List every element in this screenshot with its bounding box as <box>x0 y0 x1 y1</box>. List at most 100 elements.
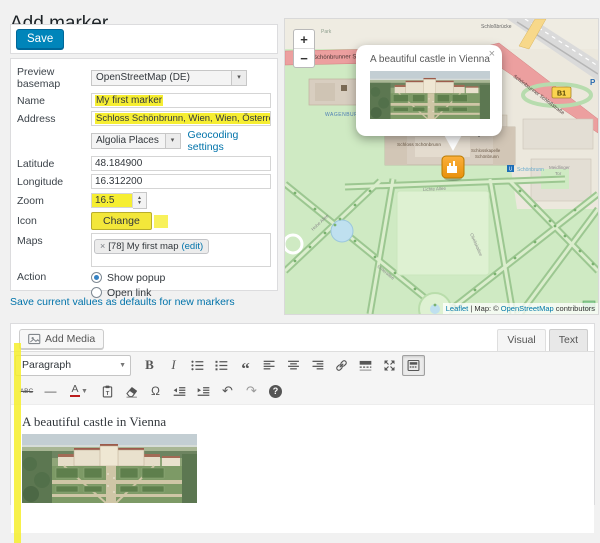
chapel-label-2: Schönbrunn <box>475 154 499 159</box>
map-marker-icon[interactable] <box>441 155 465 181</box>
add-media-button[interactable]: Add Media <box>19 329 105 349</box>
show-popup-radio[interactable] <box>91 272 102 283</box>
italic-button[interactable]: I <box>162 355 185 376</box>
align-right-button[interactable] <box>306 355 329 376</box>
longitude-label: Longitude <box>17 175 64 188</box>
svg-text:T: T <box>106 390 110 396</box>
maps-row: Maps × [78] My first map (edit) <box>17 233 271 267</box>
fullscreen-button[interactable] <box>378 355 401 376</box>
zoom-out-button[interactable]: − <box>294 49 314 67</box>
special-character-button[interactable]: Ω <box>144 381 167 402</box>
name-row: Name My first marker <box>17 93 271 108</box>
basemap-row: Preview basemap OpenStreetMap (DE) ▾ <box>17 66 271 90</box>
link-button[interactable] <box>330 355 353 376</box>
bridge-label: Schloßbrücke <box>481 24 512 30</box>
geocoder-row: Algolia Places ▾ Geocoding settings <box>17 129 271 153</box>
geocoder-select[interactable]: Algolia Places ▾ <box>91 133 181 149</box>
bold-button[interactable]: B <box>138 355 161 376</box>
marker-form: Preview basemap OpenStreetMap (DE) ▾ Nam… <box>10 58 278 299</box>
osm-link[interactable]: OpenStreetMap <box>501 304 554 313</box>
park-label: Park <box>321 29 332 35</box>
align-left-button[interactable] <box>258 355 281 376</box>
name-value: My first marker <box>95 95 164 106</box>
indent-button[interactable] <box>192 381 215 402</box>
chevron-down-icon: ▾ <box>164 134 180 148</box>
address-input[interactable]: Schloss Schönbrunn, Wien, Wien, Österrei… <box>91 111 271 126</box>
zoom-spinner[interactable]: ▲ ▼ <box>133 192 147 209</box>
save-toolbar: Save <box>10 24 278 54</box>
tor-label-2: Tor <box>555 171 562 176</box>
chevron-down-icon: ▼ <box>81 387 88 395</box>
editor-content[interactable]: A beautiful castle in Vienna <box>11 343 594 543</box>
parking-label: P <box>590 78 596 87</box>
name-input[interactable]: My first marker <box>91 93 271 108</box>
station-label: Schönbrunn <box>517 167 544 173</box>
map-attribution: Leaflet | Map: © OpenStreetMap contribut… <box>442 303 598 314</box>
bulleted-list-button[interactable] <box>186 355 209 376</box>
chapel-label-1: Schlosskapelle <box>471 148 501 153</box>
name-label: Name <box>17 94 46 107</box>
text-color-button[interactable]: A ▼ <box>63 381 95 402</box>
map-zoom-control: + − <box>293 29 315 68</box>
basemap-label: Preview basemap <box>17 66 61 90</box>
editor-toolbar-row2: ABC — A ▼ T Ω ↶ ↷ ? <box>11 378 594 405</box>
geocoder-value: Algolia Places <box>96 135 159 146</box>
zoom-in-button[interactable]: + <box>294 30 314 49</box>
change-icon-button[interactable]: Change <box>91 212 152 230</box>
remove-tag-icon[interactable]: × <box>100 241 105 251</box>
toolbar-toggle-button[interactable] <box>402 354 425 376</box>
map[interactable]: B1 Schönbrunner Schloßstraße Schönbrunne… <box>284 18 599 315</box>
icon-label: Icon <box>17 215 37 227</box>
address-row: Address Schloss Schönbrunn, Wien, Wien, … <box>17 111 271 126</box>
save-button[interactable]: Save <box>16 29 65 49</box>
content-image[interactable] <box>22 434 197 503</box>
editor-tabs: Visual Text <box>494 329 588 351</box>
palace-label: Schloss Schönbrunn <box>397 142 441 148</box>
geocoding-settings-link[interactable]: Geocoding settings <box>188 129 271 153</box>
maps-box[interactable]: × [78] My first map (edit) <box>91 233 271 267</box>
route-badge: B1 <box>551 86 572 99</box>
edit-map-link[interactable]: (edit) <box>181 241 203 252</box>
horizontal-rule-button[interactable]: — <box>39 381 62 402</box>
format-select[interactable]: Paragraph ▼ <box>15 354 131 376</box>
zoom-row: Zoom 16.5 ▲ ▼ <box>17 192 271 209</box>
longitude-row: Longitude 16.312200 <box>17 174 271 189</box>
basemap-select[interactable]: OpenStreetMap (DE) ▾ <box>91 70 247 86</box>
help-button[interactable]: ? <box>264 381 287 402</box>
show-popup-label: Show popup <box>107 271 166 284</box>
undo-button[interactable]: ↶ <box>216 381 239 402</box>
redo-button[interactable]: ↷ <box>240 381 263 402</box>
editor-header: Add Media Visual Text <box>11 324 594 351</box>
popup-image <box>370 71 490 119</box>
action-label: Action <box>17 271 47 283</box>
zoom-label: Zoom <box>17 194 44 207</box>
highlight-mark <box>153 214 168 228</box>
outdent-button[interactable] <box>168 381 191 402</box>
post-editor: Add Media Visual Text Paragraph▼ B I “ <box>10 323 595 543</box>
ubahn-icon: U <box>509 167 513 173</box>
save-defaults-link[interactable]: Save current values as defaults for new … <box>10 296 235 308</box>
zoom-input[interactable]: 16.5 <box>91 193 133 208</box>
clear-formatting-button[interactable] <box>120 381 143 402</box>
popup-title: A beautiful castle in Vienna <box>370 54 490 65</box>
paste-as-text-button[interactable]: T <box>96 381 119 402</box>
address-value: Schloss Schönbrunn, Wien, Wien, Österrei… <box>95 113 270 124</box>
map-popup: × A beautiful castle in Vienna <box>356 45 502 136</box>
popup-close-icon[interactable]: × <box>489 48 495 60</box>
blockquote-button[interactable]: “ <box>234 358 257 379</box>
tab-visual[interactable]: Visual <box>497 329 546 351</box>
longitude-input[interactable]: 16.312200 <box>91 174 271 189</box>
numbered-list-button[interactable] <box>210 355 233 376</box>
content-heading: A beautiful castle in Vienna <box>22 414 167 429</box>
leaflet-link[interactable]: Leaflet <box>446 304 469 313</box>
tab-text[interactable]: Text <box>548 329 588 351</box>
maps-label: Maps <box>17 235 43 247</box>
icon-row: Icon Change <box>17 212 271 230</box>
align-center-button[interactable] <box>282 355 305 376</box>
address-label: Address <box>17 112 56 125</box>
chevron-down-icon: ▾ <box>231 71 246 85</box>
more-tag-button[interactable] <box>354 355 377 376</box>
map-tag-text: [78] My first map <box>108 240 179 252</box>
basemap-value: OpenStreetMap (DE) <box>96 72 190 83</box>
latitude-input[interactable]: 48.184900 <box>91 156 271 171</box>
